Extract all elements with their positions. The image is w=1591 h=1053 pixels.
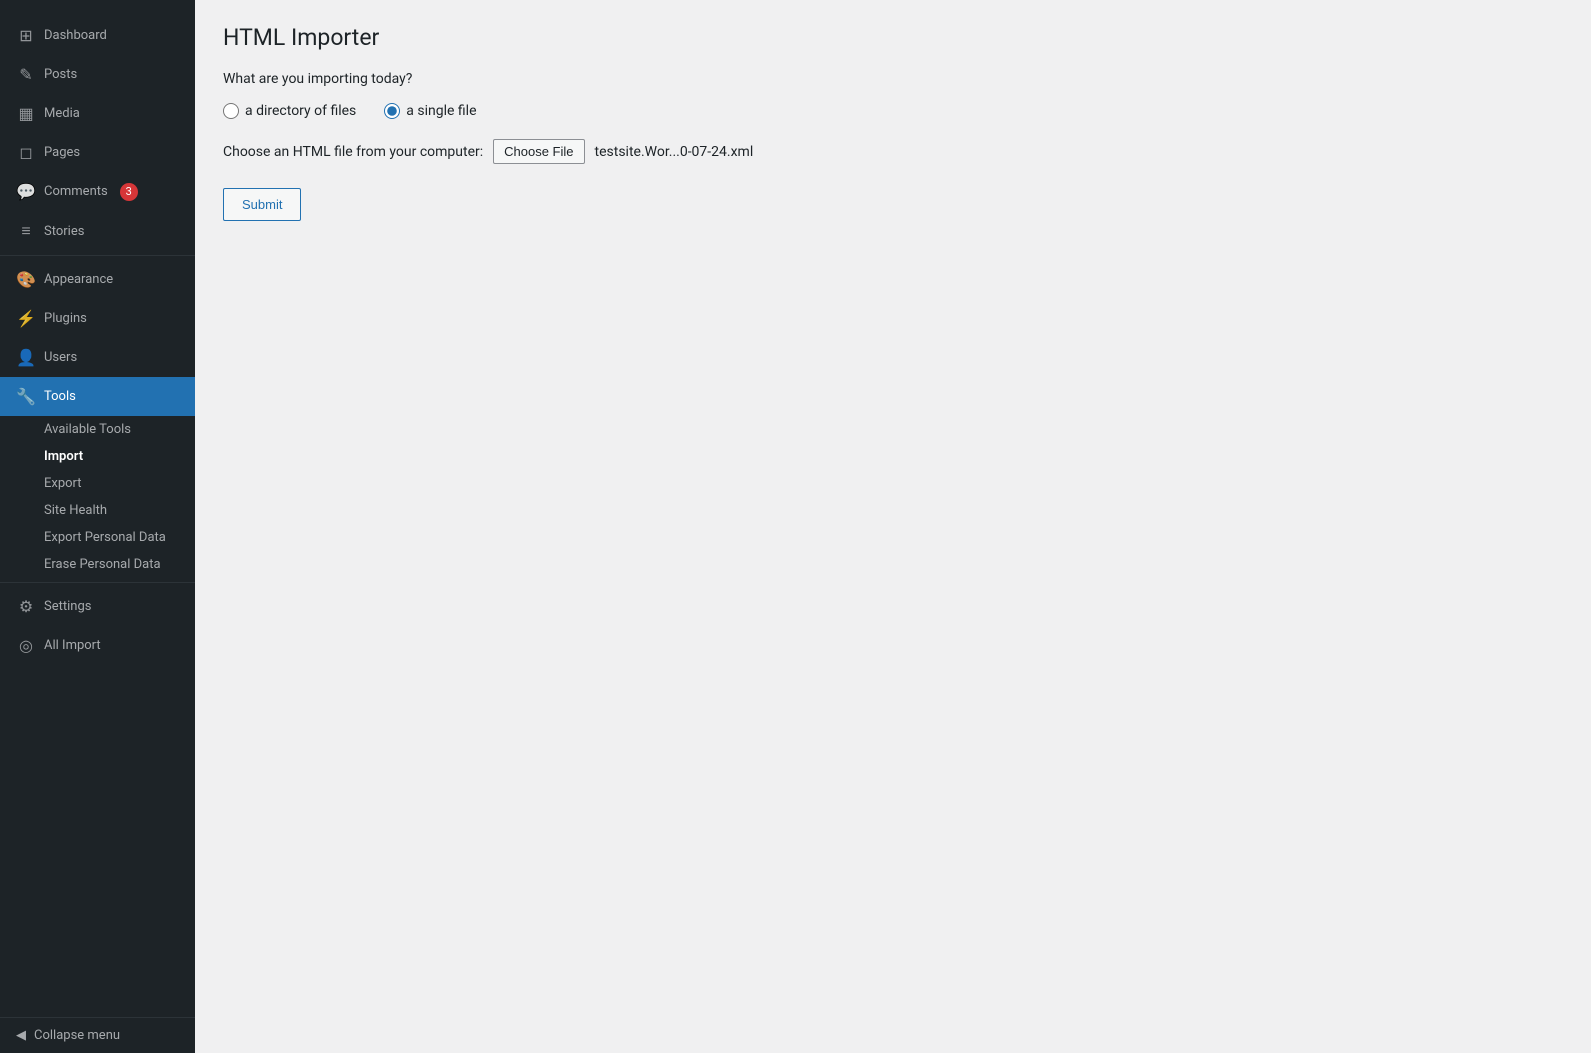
users-icon: 👤 <box>16 348 36 367</box>
sidebar-item-label: Appearance <box>44 272 113 287</box>
tools-icon: 🔧 <box>16 387 36 406</box>
sidebar-item-label: Posts <box>44 67 77 82</box>
option-directory-label: a directory of files <box>245 103 356 119</box>
submenu-export-personal-data[interactable]: Export Personal Data <box>0 524 195 551</box>
media-icon: ▦ <box>16 104 36 123</box>
comments-icon: 💬 <box>16 182 36 201</box>
divider-2 <box>0 582 195 583</box>
sidebar-item-label: Stories <box>44 224 84 239</box>
import-form: What are you importing today? a director… <box>223 71 1563 221</box>
sidebar-item-comments[interactable]: 💬 Comments 3 <box>0 172 195 211</box>
submenu-export[interactable]: Export <box>0 470 195 497</box>
file-input-label: Choose an HTML file from your computer: <box>223 144 483 160</box>
posts-icon: ✎ <box>16 65 36 84</box>
sidebar-item-dashboard[interactable]: ⊞ Dashboard <box>0 16 195 55</box>
selected-file-name: testsite.Wor...0-07-24.xml <box>595 144 754 160</box>
collapse-label: Collapse menu <box>34 1028 120 1043</box>
all-import-icon: ◎ <box>16 636 36 655</box>
radio-single[interactable] <box>384 103 400 119</box>
divider-1 <box>0 255 195 256</box>
page-title: HTML Importer <box>223 24 1563 51</box>
settings-icon: ⚙ <box>16 597 36 616</box>
submenu-erase-personal-data[interactable]: Erase Personal Data <box>0 551 195 578</box>
sidebar-item-plugins[interactable]: ⚡ Plugins <box>0 299 195 338</box>
sidebar-item-label: Dashboard <box>44 28 107 43</box>
submenu-import[interactable]: Import <box>0 443 195 470</box>
sidebar-item-label: Tools <box>44 389 76 404</box>
sidebar-item-appearance[interactable]: 🎨 Appearance <box>0 260 195 299</box>
sidebar-item-label: Pages <box>44 145 80 160</box>
sidebar-item-label: All Import <box>44 638 101 653</box>
sidebar: ⊞ Dashboard ✎ Posts ▦ Media ◻ Pages 💬 Co… <box>0 0 195 1053</box>
option-single-label: a single file <box>406 103 476 119</box>
sidebar-item-pages[interactable]: ◻ Pages <box>0 133 195 172</box>
comments-badge: 3 <box>120 183 138 201</box>
import-options: a directory of files a single file <box>223 103 1563 119</box>
appearance-icon: 🎨 <box>16 270 36 289</box>
sidebar-item-all-import[interactable]: ◎ All Import <box>0 626 195 665</box>
collapse-menu-button[interactable]: ◀ Collapse menu <box>0 1017 195 1053</box>
submenu-site-health[interactable]: Site Health <box>0 497 195 524</box>
dashboard-icon: ⊞ <box>16 26 36 45</box>
sidebar-item-users[interactable]: 👤 Users <box>0 338 195 377</box>
sidebar-item-posts[interactable]: ✎ Posts <box>0 55 195 94</box>
sidebar-nav: ⊞ Dashboard ✎ Posts ▦ Media ◻ Pages 💬 Co… <box>0 16 195 665</box>
sidebar-item-stories[interactable]: ≡ Stories <box>0 211 195 251</box>
collapse-icon: ◀ <box>16 1028 26 1043</box>
sidebar-item-label: Comments <box>44 184 108 199</box>
sidebar-item-label: Plugins <box>44 311 87 326</box>
import-question: What are you importing today? <box>223 71 1563 87</box>
tools-submenu: Available Tools Import Export Site Healt… <box>0 416 195 578</box>
sidebar-item-settings[interactable]: ⚙ Settings <box>0 587 195 626</box>
option-directory[interactable]: a directory of files <box>223 103 356 119</box>
sidebar-item-label: Users <box>44 350 77 365</box>
submit-button[interactable]: Submit <box>223 188 301 221</box>
choose-file-button[interactable]: Choose File <box>493 139 584 164</box>
sidebar-item-label: Settings <box>44 599 91 614</box>
submenu-available-tools[interactable]: Available Tools <box>0 416 195 443</box>
file-input-row: Choose an HTML file from your computer: … <box>223 139 1563 164</box>
stories-icon: ≡ <box>16 221 36 241</box>
radio-directory[interactable] <box>223 103 239 119</box>
sidebar-header <box>0 0 195 16</box>
sidebar-item-tools[interactable]: 🔧 Tools <box>0 377 195 416</box>
sidebar-item-label: Media <box>44 106 80 121</box>
plugins-icon: ⚡ <box>16 309 36 328</box>
sidebar-item-media[interactable]: ▦ Media <box>0 94 195 133</box>
pages-icon: ◻ <box>16 143 36 162</box>
main-content: HTML Importer What are you importing tod… <box>195 0 1591 1053</box>
option-single[interactable]: a single file <box>384 103 476 119</box>
